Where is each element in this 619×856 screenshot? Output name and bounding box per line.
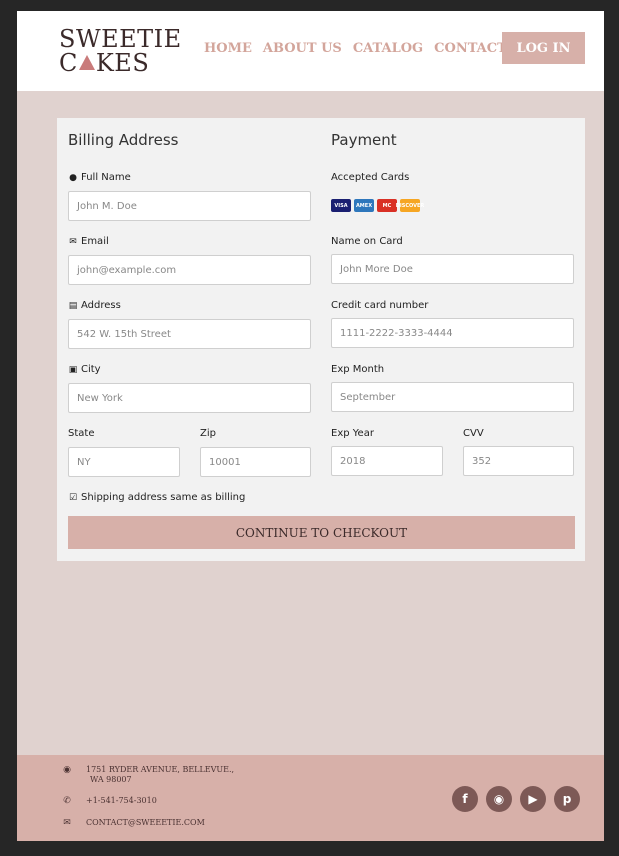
- name-on-card-input[interactable]: John More Doe: [331, 254, 574, 284]
- shipping-same-label: Shipping address same as billing: [81, 492, 246, 503]
- state-input[interactable]: NY: [68, 447, 180, 477]
- accepted-cards: VISA AMEX MC DISCOVER: [331, 199, 424, 212]
- address-label: ▤ Address: [68, 300, 121, 311]
- card-number-input[interactable]: 1111-2222-3333-4444: [331, 318, 574, 348]
- instagram-icon[interactable]: ◉: [486, 786, 512, 812]
- full-name-input[interactable]: John M. Doe: [68, 191, 311, 221]
- visa-icon: VISA: [331, 199, 351, 212]
- cvv-input[interactable]: 352: [463, 446, 574, 476]
- zip-input[interactable]: 10001: [200, 447, 311, 477]
- name-on-card-label: Name on Card: [331, 236, 403, 247]
- footer-address: ◉ 1751 RYDER AVENUE, BELLEVUE., WA 98007: [63, 765, 235, 784]
- footer-email: ✉ CONTACT@SWEEETIE.COM: [63, 818, 205, 828]
- email-input[interactable]: john@example.com: [68, 255, 311, 285]
- full-name-label: ● Full Name: [69, 172, 131, 183]
- header: SWEETIE C KES HOME ABOUT US CATALOG CONT…: [17, 11, 604, 91]
- user-icon: ●: [69, 172, 77, 183]
- accepted-cards-label: Accepted Cards: [331, 172, 410, 183]
- footer: ◉ 1751 RYDER AVENUE, BELLEVUE., WA 98007…: [17, 755, 604, 841]
- page: SWEETIE C KES HOME ABOUT US CATALOG CONT…: [17, 11, 604, 841]
- youtube-icon[interactable]: ▶: [520, 786, 546, 812]
- city-label: ▣ City: [68, 364, 101, 375]
- exp-month-input[interactable]: September: [331, 382, 574, 412]
- discover-icon: DISCOVER: [396, 199, 424, 212]
- envelope-icon: ✉: [63, 818, 71, 828]
- shipping-same-row[interactable]: ☑ Shipping address same as billing: [68, 492, 245, 503]
- social-links: f ◉ ▶ p: [452, 786, 580, 812]
- exp-year-label: Exp Year: [331, 428, 374, 439]
- cake-slice-icon: [78, 54, 95, 70]
- payment-title: Payment: [331, 131, 397, 149]
- institution-icon: ▣: [68, 364, 78, 375]
- address-input[interactable]: 542 W. 15th Street: [68, 319, 311, 349]
- pinterest-icon[interactable]: p: [554, 786, 580, 812]
- city-input[interactable]: New York: [68, 383, 311, 413]
- card-number-label: Credit card number: [331, 300, 429, 311]
- amex-icon: AMEX: [354, 199, 374, 212]
- checkbox-checked-icon[interactable]: ☑: [68, 493, 78, 503]
- footer-phone: ✆ +1-541-754-3010: [63, 796, 157, 806]
- exp-year-input[interactable]: 2018: [331, 446, 443, 476]
- billing-title: Billing Address: [68, 131, 179, 149]
- checkout-form: Billing Address ● Full Name John M. Doe …: [57, 118, 585, 561]
- nav-catalog[interactable]: CATALOG: [353, 41, 423, 56]
- address-card-icon: ▤: [68, 300, 78, 311]
- facebook-icon[interactable]: f: [452, 786, 478, 812]
- envelope-icon: ✉: [69, 236, 77, 247]
- zip-label: Zip: [200, 428, 216, 439]
- mastercard-icon: MC: [377, 199, 397, 212]
- main-nav: HOME ABOUT US CATALOG CONTACT US: [204, 41, 543, 56]
- phone-icon: ✆: [63, 796, 71, 806]
- exp-month-label: Exp Month: [331, 364, 385, 375]
- state-label: State: [68, 428, 95, 439]
- continue-to-checkout-button[interactable]: CONTINUE TO CHECKOUT: [68, 516, 575, 549]
- cvv-label: CVV: [463, 428, 484, 439]
- login-button[interactable]: LOG IN: [502, 32, 585, 64]
- logo-line1: SWEETIE: [59, 25, 182, 53]
- nav-home[interactable]: HOME: [204, 41, 252, 56]
- nav-about-us[interactable]: ABOUT US: [263, 41, 342, 56]
- brand-logo[interactable]: SWEETIE C KES: [59, 27, 182, 75]
- email-label: ✉ Email: [69, 236, 109, 247]
- logo-line2: C KES: [59, 49, 150, 77]
- map-marker-icon: ◉: [63, 765, 71, 775]
